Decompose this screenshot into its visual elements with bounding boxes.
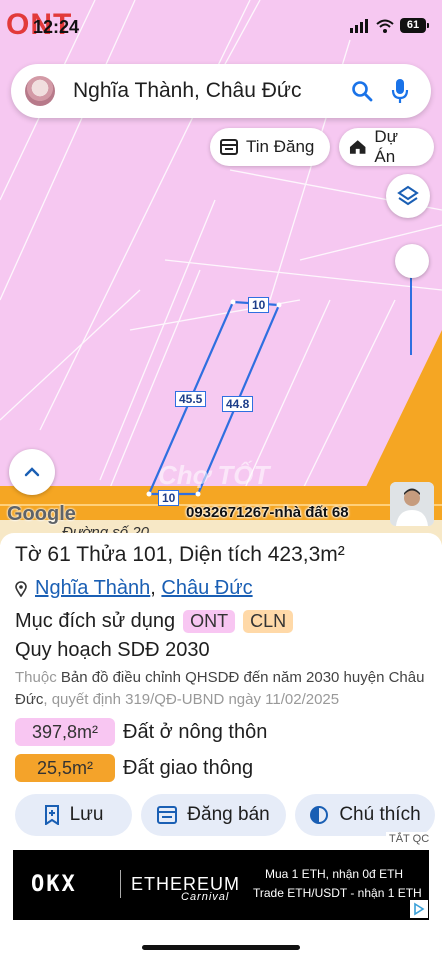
purpose-label: Mục đích sử dụng [15,610,176,632]
ad-offer-line1: Mua 1 ETH, nhận 0đ ETH [265,867,404,881]
purpose-tag-ont: ONT [183,610,236,633]
post-listing-button[interactable]: Đăng bán [141,794,286,836]
save-button[interactable]: Lưu [15,794,132,836]
expand-sheet-button[interactable] [9,449,55,495]
layers-icon [397,185,419,206]
legend-button[interactable]: Chú thích [295,794,435,836]
parcel-info-sheet: Tờ 61 Thửa 101, Diện tích 423,3m² Nghĩa … [0,533,442,960]
house-icon [349,140,366,154]
news-chip-label: Tin Đăng [246,137,315,156]
parcel-dimension-left: 45.5 [175,391,207,407]
close-ad-button[interactable]: TẮT QC [386,832,433,846]
avatar[interactable] [25,76,55,106]
status-icons: 61 [350,18,429,33]
ad-banner[interactable]: OKX ETHEREUM Carnival Mua 1 ETH, nhận 0đ… [13,850,429,920]
projects-chip[interactable]: Dự Án [339,127,434,166]
area-value-traffic: 25,5m² [15,754,115,782]
seller-phone-banner: 0932671267-nhà đất 68 [186,504,349,521]
parcel-dimension-top: 10 [248,297,270,313]
area-label-residential: Đất ở nông thôn [123,720,268,743]
projects-chip-label: Dự Án [374,127,399,166]
parcel-location: Nghĩa Thành, Châu Đức [15,577,253,600]
zoom-slider-handle[interactable] [395,244,429,278]
contrast-icon [310,806,329,824]
area-label-traffic: Đất giao thông [123,756,254,779]
listing-icon [157,806,178,824]
search-icon[interactable] [347,76,377,106]
area-row-traffic: 25,5m² Đất giao thông [15,754,253,782]
area-row-residential: 397,8m² Đất ở nông thôn [15,718,267,746]
google-logo: Google [7,503,76,525]
ad-divider [120,870,121,898]
plan-prefix: Thuộc [15,669,57,686]
home-indicator[interactable] [142,945,300,950]
zoom-slider-track[interactable] [410,265,412,355]
district-link[interactable]: Châu Đức [161,577,252,599]
battery-icon: 61 [400,18,429,33]
ward-link[interactable]: Nghĩa Thành [35,577,150,599]
signal-icon [350,18,368,33]
status-time: 12:24 [33,17,80,37]
post-listing-label: Đăng bán [187,804,270,825]
ad-offer-line2: Trade ETH/USDT - nhận 1 ETH [253,886,422,900]
plan-description: Thuộc Bản đồ điều chỉnh QHSDĐ đến năm 20… [15,667,430,711]
news-chip[interactable]: Tin Đăng [210,128,330,166]
ad-brand-logo: OKX [31,872,77,897]
land-purpose: Mục đích sử dụng ONT CLN [15,610,294,633]
microphone-icon[interactable] [385,76,415,106]
area-value-residential: 397,8m² [15,718,115,746]
plan-decision: , quyết định 319/QĐ-UBND ngày 11/02/2025 [43,691,340,708]
watermark: Chợ TỐT [158,460,270,490]
location-pin-icon [15,580,27,597]
bookmark-add-icon [44,805,59,825]
ad-campaign: ETHEREUM Carnival [131,874,240,903]
search-input[interactable]: Nghĩa Thành, Châu Đức [73,79,347,103]
purpose-tag-cln: CLN [243,610,294,633]
save-button-label: Lưu [69,804,104,825]
ad-choices-icon[interactable] [410,900,428,918]
listing-icon [220,139,238,155]
layers-button[interactable] [386,174,430,218]
seller-photo[interactable] [390,482,434,526]
search-bar[interactable]: Nghĩa Thành, Châu Đức [11,64,431,118]
wifi-icon [376,19,394,33]
chevron-up-icon [24,467,40,477]
plan-title: Quy hoạch SDĐ 2030 [15,639,210,661]
parcel-dimension-right: 44.8 [222,396,254,412]
parcel-dimension-bottom: 10 [158,490,180,506]
location-separator: , [150,577,156,599]
map-view[interactable]: ONT 12:24 61 Nghĩa Thành, Châu Đức Tin Đ… [0,0,442,545]
legend-button-label: Chú thích [339,804,421,825]
parcel-title: Tờ 61 Thửa 101, Diện tích 423,3m² [15,543,345,566]
